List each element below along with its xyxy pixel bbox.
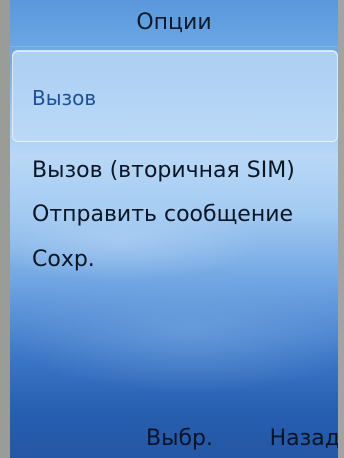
menu-item-call[interactable]: Вызов bbox=[32, 86, 96, 110]
softkey-bar: Выбр. Назад bbox=[10, 414, 338, 458]
back-softkey[interactable]: Назад bbox=[270, 426, 338, 451]
menu-item-save[interactable]: Сохр. bbox=[32, 247, 95, 272]
phone-screen: Опции Вызов Вызов (вторичная SIM) Отправ… bbox=[10, 0, 338, 458]
select-softkey[interactable]: Выбр. bbox=[146, 426, 213, 451]
page-title: Опции bbox=[136, 10, 212, 35]
menu-item-call-secondary-sim[interactable]: Вызов (вторичная SIM) bbox=[32, 158, 295, 183]
title-bar: Опции bbox=[10, 0, 338, 47]
menu-item-send-message[interactable]: Отправить сообщение bbox=[32, 202, 293, 227]
